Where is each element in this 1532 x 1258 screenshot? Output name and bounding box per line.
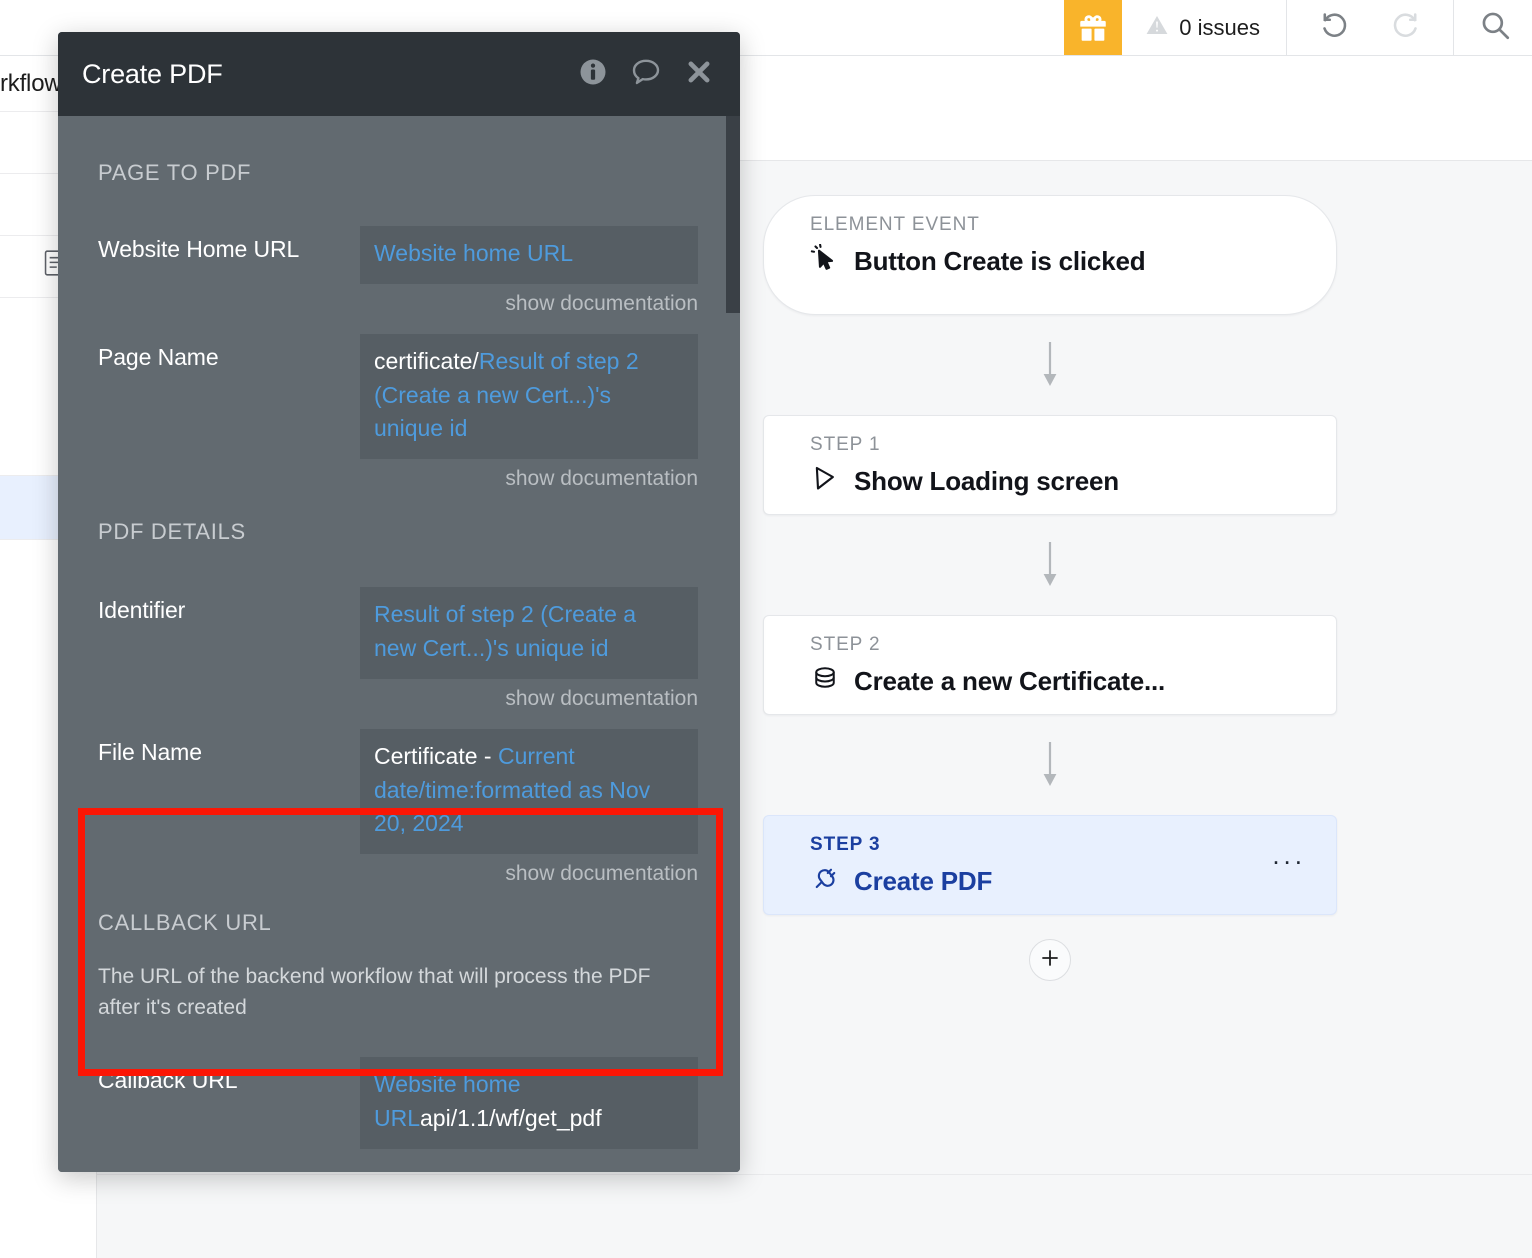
app-root: 0 issues rkflow ELEMENT EVENT Button Cre… (0, 0, 1532, 1258)
search-button[interactable] (1454, 0, 1532, 55)
show-documentation-link[interactable]: show documentation (360, 854, 698, 886)
add-step-button[interactable] (1029, 939, 1071, 981)
field-label: Page Name (98, 343, 219, 370)
callback-url-help-text: The URL of the backend workflow that wil… (98, 965, 651, 1019)
flow-arrow-3 (763, 715, 1337, 815)
create-pdf-modal: Create PDF PAGE TO PDF Website Home URL … (58, 32, 740, 1172)
dynamic-value: Result of step 2 (Create a new Cert...)'… (374, 601, 637, 661)
card-overflow-menu[interactable]: ... (1272, 842, 1306, 868)
field-identifier: Identifier Result of step 2 (Create a ne… (58, 545, 740, 711)
website-home-url-input[interactable]: Website home URL (360, 226, 698, 284)
card-kicker: STEP 3 (810, 834, 881, 855)
cursor-arrow-icon (810, 464, 840, 499)
workflow-card-step-2[interactable]: STEP 2 Create a new Certificate... (763, 615, 1337, 715)
canvas-footer-strip (97, 1174, 1532, 1258)
flow-arrow-1 (763, 315, 1337, 415)
database-icon (810, 664, 840, 699)
card-kicker: STEP 2 (810, 634, 881, 655)
search-icon (1478, 8, 1512, 47)
workflow-card-step-1[interactable]: STEP 1 Show Loading screen (763, 415, 1337, 515)
warning-triangle-icon (1145, 13, 1169, 42)
show-documentation-link[interactable]: show documentation (360, 459, 698, 491)
down-arrow-icon (1043, 742, 1057, 786)
close-icon[interactable] (684, 57, 714, 92)
modal-body: PAGE TO PDF Website Home URL Website hom… (58, 116, 740, 1172)
card-title: Create a new Certificate... (854, 666, 1166, 696)
section-pdf-details: PDF DETAILS (98, 519, 246, 545)
identifier-input[interactable]: Result of step 2 (Create a new Cert...)'… (360, 587, 698, 679)
down-arrow-icon (1043, 542, 1057, 586)
redo-icon[interactable] (1387, 7, 1423, 48)
plugin-icon (810, 864, 840, 899)
issues-indicator[interactable]: 0 issues (1122, 0, 1287, 55)
section-layout-of-pdf: LAYOUT OF PDF (58, 1149, 740, 1172)
static-value: api/1.1/wf/get_pdf (420, 1104, 602, 1131)
modal-header: Create PDF (58, 32, 740, 116)
card-title: Show Loading screen (854, 466, 1119, 496)
modal-scrollbar[interactable] (726, 116, 740, 1172)
field-label: Identifier (98, 597, 186, 624)
field-callback-url: Callback URL Website home URLapi/1.1/wf/… (58, 1023, 740, 1149)
field-website-home-url: Website Home URL Website home URL show d… (58, 186, 740, 316)
page-name-input[interactable]: certificate/Result of step 2 (Create a n… (360, 333, 698, 460)
section-page-to-pdf: PAGE TO PDF (98, 160, 252, 185)
info-icon[interactable] (578, 57, 608, 92)
history-controls (1287, 0, 1454, 55)
static-value: Certificate - (374, 742, 498, 769)
flow-arrow-2 (763, 515, 1337, 615)
show-documentation-link[interactable]: show documentation (360, 284, 698, 316)
modal-scrollbar-thumb[interactable] (726, 116, 740, 313)
issues-count-label: 0 issues (1179, 14, 1260, 40)
dynamic-value: Website home URL (374, 240, 573, 266)
workflow-card-step-3[interactable]: STEP 3 ... Create PDF (763, 815, 1337, 915)
modal-title: Create PDF (82, 58, 223, 89)
field-page-name: Page Name certificate/Result of step 2 (… (58, 316, 740, 491)
plus-icon (1039, 947, 1061, 974)
modal-scroll-content: PAGE TO PDF Website Home URL Website hom… (58, 116, 740, 1172)
gift-icon[interactable] (1064, 0, 1123, 55)
workflow-flow: ELEMENT EVENT Button Create is clicked S… (763, 195, 1337, 1005)
down-arrow-icon (1043, 342, 1057, 386)
show-documentation-link[interactable]: show documentation (360, 679, 698, 711)
section-callback-url: CALLBACK URL (98, 910, 272, 936)
undo-icon[interactable] (1317, 7, 1353, 48)
field-label: File Name (98, 738, 202, 765)
field-label: Callback URL (98, 1067, 238, 1094)
add-step-row (763, 915, 1337, 1005)
field-file-name: File Name Certificate - Current date/tim… (58, 711, 740, 886)
card-kicker: ELEMENT EVENT (810, 214, 980, 235)
static-value: certificate/ (374, 347, 479, 374)
card-kicker: STEP 1 (810, 434, 881, 455)
card-title: Create PDF (854, 866, 993, 896)
card-title: Button Create is clicked (854, 246, 1146, 276)
file-name-input[interactable]: Certificate - Current date/time:formatte… (360, 728, 698, 855)
callback-url-input[interactable]: Website home URLapi/1.1/wf/get_pdf (360, 1057, 698, 1149)
field-label: Website Home URL (98, 236, 300, 262)
workflow-card-event[interactable]: ELEMENT EVENT Button Create is clicked (763, 195, 1337, 315)
comment-bubble-icon[interactable] (630, 56, 662, 93)
cursor-click-icon (810, 243, 840, 279)
